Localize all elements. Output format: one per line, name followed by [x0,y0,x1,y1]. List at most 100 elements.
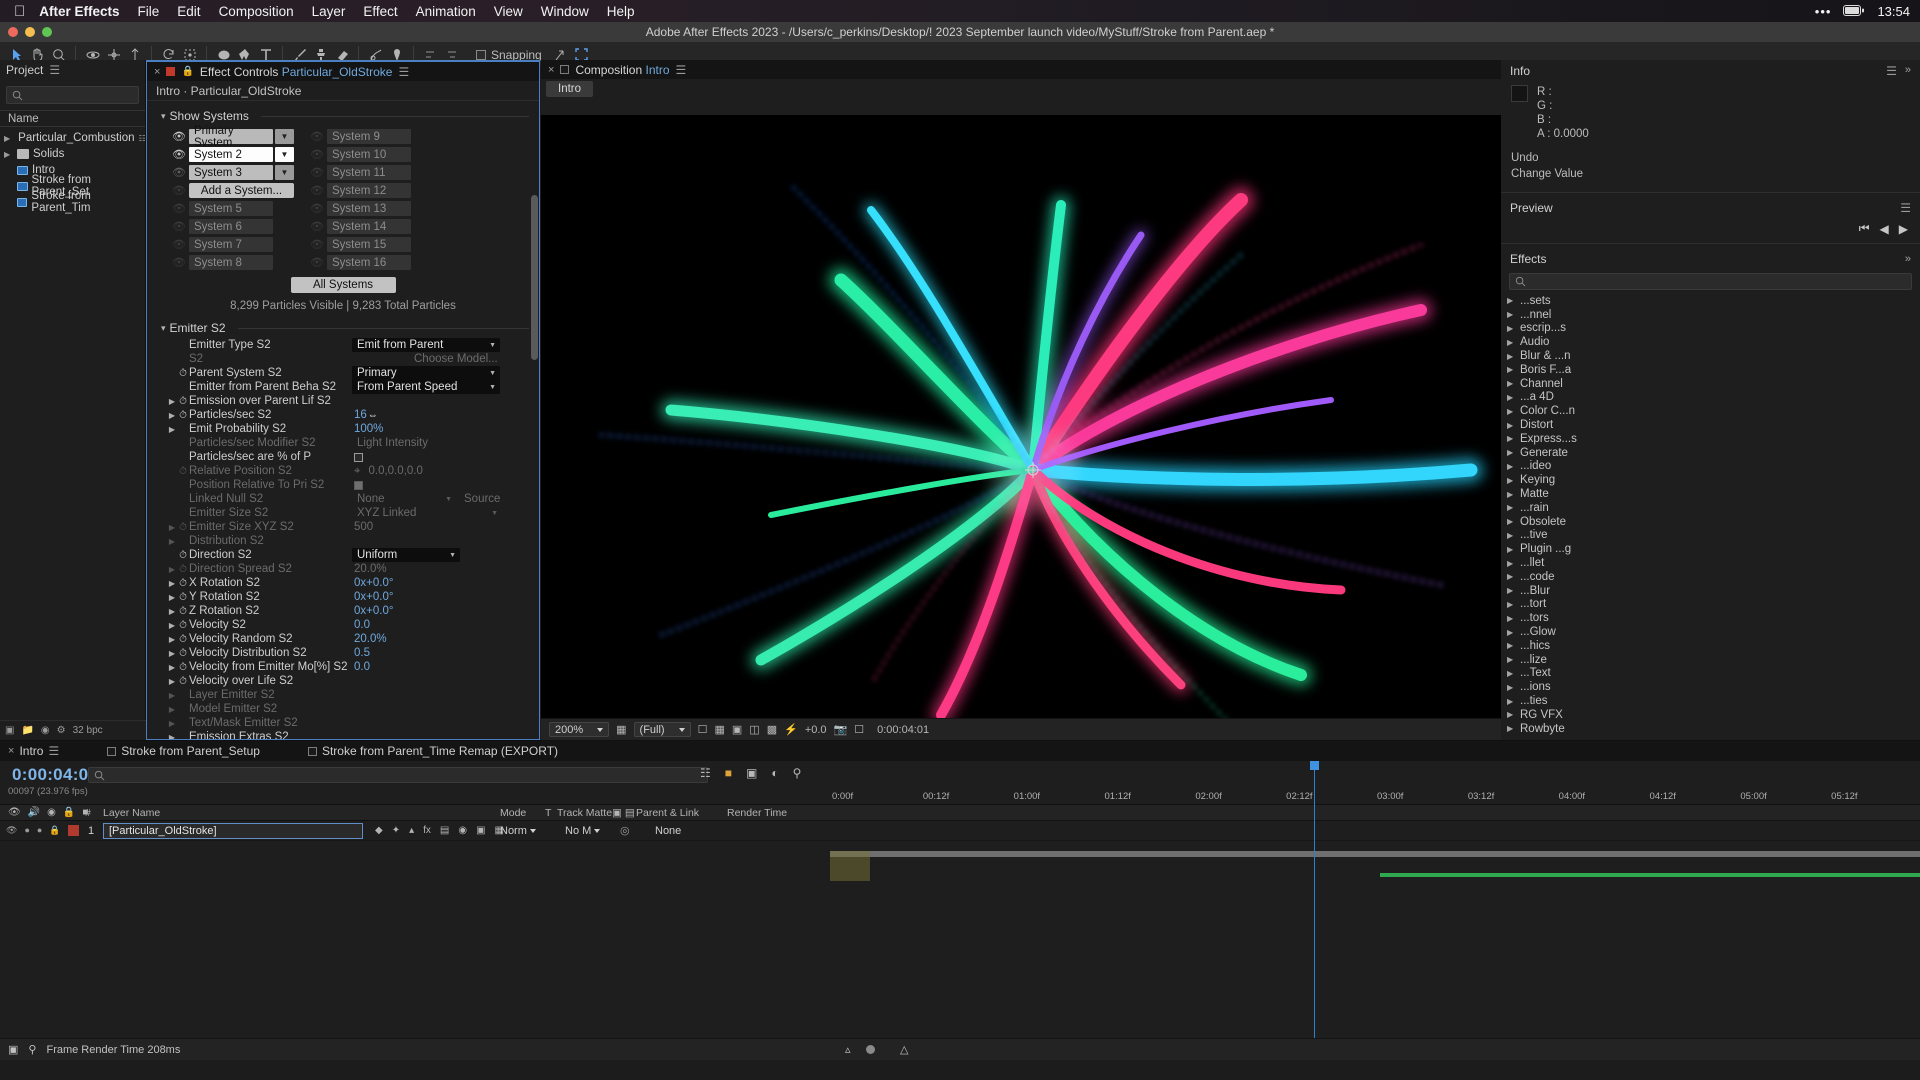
chevron-right-icon[interactable]: ▶ [1507,628,1515,637]
effects-category-item[interactable]: ▶ ...rain [1507,501,1920,515]
effects-category-item[interactable]: ▶ Obsolete [1507,515,1920,529]
collapse-transformations-icon[interactable]: ✦ [392,825,400,836]
chevron-down-icon[interactable]: ▼ [275,165,294,180]
chevron-down-icon[interactable] [597,727,604,732]
layer-name-field[interactable]: [Particular_OldStroke] [103,822,363,839]
chevron-right-icon[interactable]: ▶ [167,579,177,588]
comp-breadcrumb-chip[interactable]: Intro [546,81,594,97]
window-traffic-lights[interactable] [8,27,52,37]
effect-param-row[interactable]: Particles/sec are % of P [147,450,539,464]
effect-param-row[interactable]: ▶ ⏱ Direction Spread S2 20.0% [147,562,539,576]
chevron-right-icon[interactable]: ▶ [167,677,177,686]
effect-param-dropdown[interactable]: Emit from Parent ▼ [352,338,500,352]
chevron-right-icon[interactable]: ▶ [1507,462,1515,471]
effects-category-item[interactable]: ▶ ...a 4D [1507,391,1920,405]
stopwatch-icon[interactable]: ⏱ [177,634,189,645]
chevron-right-icon[interactable]: ▶ [1507,641,1515,650]
system-name-field[interactable]: Primary System [189,125,273,149]
chevron-right-icon[interactable]: ▶ [1507,724,1515,733]
effects-category-item[interactable]: ▶ Channel [1507,377,1920,391]
minimize-window-icon[interactable] [25,27,35,37]
stopwatch-icon[interactable]: ⏱ [177,648,189,659]
solo-toggle-icon[interactable]: ◉ [47,807,56,818]
effect-param-row[interactable]: S2 Choose Model... [147,352,539,366]
menu-item-view[interactable]: View [494,4,523,19]
chevron-right-icon[interactable]: ▶ [1507,503,1515,512]
effect-param-row[interactable]: ▶ Layer Emitter S2 [147,688,539,702]
matte-icon[interactable]: ▣ [612,807,622,819]
chevron-down-icon[interactable]: ▾ [161,111,166,122]
eye-off-icon[interactable]: 👁 [169,166,189,179]
chevron-right-icon[interactable]: ▶ [1507,421,1515,430]
effect-param-value-cell[interactable]: 500 [352,521,539,533]
system-name-field[interactable]: System 16 [327,255,411,270]
timeline-tab-setup[interactable]: Stroke from Parent_Setup [107,744,260,758]
graph-editor-icon[interactable]: ⚲ [793,766,802,780]
timeline-search-input[interactable] [88,767,708,783]
go-to-start-icon[interactable]: ⏮ [1859,221,1870,236]
chevron-right-icon[interactable]: ▶ [167,649,177,658]
effects-category-item[interactable]: ▶ ...ideo [1507,460,1920,474]
chevron-down-icon[interactable]: ▼ [275,147,294,162]
disclosure-triangle-icon[interactable]: ▶ [4,150,13,159]
effect-param-row[interactable]: Position Relative To Pri S2 [147,478,539,492]
chevron-right-icon[interactable]: ▶ [1507,545,1515,554]
chevron-down-icon[interactable]: ▼ [489,370,496,377]
effects-category-item[interactable]: ▶ ...Blur [1507,584,1920,598]
menu-item-effect[interactable]: Effect [363,4,397,19]
close-tab-icon[interactable]: × [154,66,160,78]
effects-search-input[interactable] [1509,273,1912,290]
menu-item-edit[interactable]: Edit [177,4,200,19]
effects-category-item[interactable]: ▶ Matte [1507,487,1920,501]
draft-3d-icon[interactable]: ■ [725,766,732,780]
snapshot-icon[interactable]: 📷 [834,723,848,736]
effects-toggle-icon[interactable]: fx [423,825,431,836]
adjust-exposure-icon[interactable]: ◉ [41,725,50,736]
effects-category-item[interactable]: ▶ ...ties [1507,694,1920,708]
chevron-right-icon[interactable]: ▶ [1507,669,1515,678]
stopwatch-icon[interactable]: ⏱ [177,410,189,421]
chevron-right-icon[interactable]: ▶ [1507,476,1515,485]
exposure-value[interactable]: +0.0 [805,724,827,736]
menu-item-window[interactable]: Window [541,4,589,19]
battery-icon[interactable] [1843,4,1865,19]
view-layout-icon[interactable]: ◫ [749,723,759,736]
timeline-zoom-in-icon[interactable]: △ [900,1043,908,1056]
add-a-system-button[interactable]: Add a System... [189,183,294,198]
project-item-stroke-from-parent-tim[interactable]: Stroke from Parent_Tim [0,190,145,214]
effect-param-value-cell[interactable]: None ▼ Source [352,492,539,506]
effect-param-number[interactable]: 0x+0.0° [354,591,393,603]
graph-editor-toggle-icon[interactable]: ⚲ [28,1043,36,1056]
stopwatch-icon[interactable]: ⏱ [177,676,189,687]
new-comp-icon[interactable]: ▣ [5,725,14,736]
timeline-tab-intro[interactable]: × Intro ☰ [8,744,59,758]
system-name-field[interactable]: System 9 [327,129,411,144]
chevron-down-icon[interactable]: ▾ [161,323,166,334]
effects-category-item[interactable]: ▶ Rowbyte [1507,722,1920,736]
toggle-switches-modes-icon[interactable]: ▣ [8,1043,18,1056]
composition-mini-flowchart-icon[interactable]: ☷ [700,766,711,780]
effect-param-value-cell[interactable]: Light Intensity [352,436,539,450]
chevron-right-icon[interactable]: ▶ [1507,393,1515,402]
chevron-right-icon[interactable]: ▶ [167,621,177,630]
motion-blur-icon[interactable]: ◉ [458,825,467,836]
effect-param-row[interactable]: ▶ ⏱ Velocity from Emitter Mo[%] S2 0.0 [147,660,539,674]
chevron-right-icon[interactable]: ▶ [167,719,177,728]
project-item-particular-combustion[interactable]: ▶ Particular_Combustion ☷ [0,130,146,146]
chevron-right-icon[interactable]: ▶ [167,733,177,740]
effect-param-row[interactable]: Emitter Type S2 Emit from Parent ▼ [147,338,539,352]
transparency-grid-icon[interactable]: ▦ [714,723,724,736]
chevron-right-icon[interactable]: ▶ [1507,600,1515,609]
stopwatch-icon[interactable]: ⏱ [177,592,189,603]
effect-param-row[interactable]: ▶ ⏱ Emitter Size XYZ S2 500 [147,520,539,534]
menu-item-composition[interactable]: Composition [219,4,294,19]
timeline-zoom-slider-handle[interactable] [866,1045,875,1054]
resolution-select[interactable]: (Full) [633,722,691,737]
system-name-field[interactable]: System 14 [327,219,411,234]
effect-param-row[interactable]: ▶ Model Emitter S2 [147,702,539,716]
effect-param-checkbox[interactable] [354,480,363,490]
layer-bar-segment[interactable] [830,851,870,881]
effect-param-row[interactable]: ▶ ⏱ Velocity Random S2 20.0% [147,632,539,646]
system-name-field[interactable]: System 6 [189,219,273,234]
effects-category-item[interactable]: ▶ ...tive [1507,529,1920,543]
